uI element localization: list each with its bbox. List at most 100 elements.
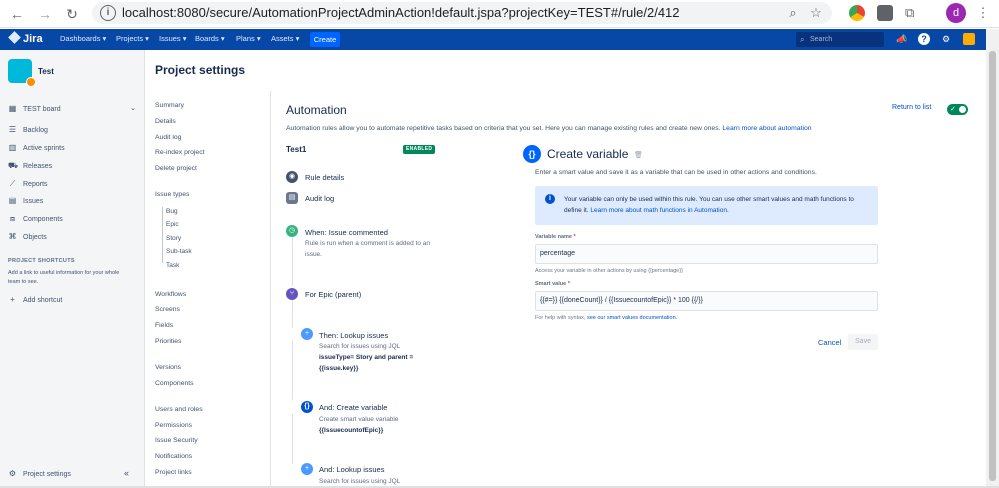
settings-gear-icon[interactable]: ⚙	[940, 33, 952, 45]
menu-kebab-icon[interactable]: ⋮	[975, 5, 991, 21]
branch-icon[interactable]: ⑂	[286, 288, 298, 300]
issue-type-task[interactable]: Task	[166, 262, 179, 269]
project-avatar[interactable]	[8, 59, 36, 87]
settings-nav-delete[interactable]: Delete project	[155, 165, 197, 172]
settings-nav-screens[interactable]: Screens	[155, 306, 180, 313]
issue-type-subtask[interactable]: Sub-task	[166, 248, 192, 255]
info-text: Your variable can only be used within th…	[564, 196, 854, 214]
create-button[interactable]: Create	[310, 32, 340, 47]
settings-nav-versions[interactable]: Versions	[155, 364, 181, 371]
settings-nav-notifications[interactable]: Notifications	[155, 453, 192, 460]
nav-boards[interactable]: Boards ▾	[195, 34, 225, 43]
settings-nav-priorities[interactable]: Priorities	[155, 338, 181, 345]
save-button[interactable]: Save	[848, 334, 878, 350]
tree-line	[162, 207, 163, 263]
trash-icon[interactable]: 🗑	[634, 151, 643, 159]
shortcuts-heading: PROJECT SHORTCUTS	[8, 258, 75, 264]
issue-type-story[interactable]: Story	[166, 235, 181, 242]
variable-help: Access your variable in other actions by…	[535, 268, 683, 274]
extension-icon[interactable]	[877, 5, 893, 21]
objects-icon: ⌘	[8, 232, 17, 241]
action-add-icon[interactable]: +	[301, 463, 313, 475]
learn-more-automation-link[interactable]: Learn more about automation	[722, 125, 811, 132]
trigger-desc: Rule is run when a comment is added to a…	[305, 240, 431, 258]
scrollbar-thumb[interactable]	[989, 51, 996, 481]
settings-nav-summary[interactable]: Summary	[155, 102, 184, 109]
sidebar-item-issues[interactable]: ▤ Issues	[8, 196, 44, 208]
collapse-sidebar-icon[interactable]: «	[124, 468, 129, 478]
return-to-list-link[interactable]: Return to list	[892, 104, 931, 111]
nav-assets[interactable]: Assets ▾	[271, 34, 299, 43]
page-scrollbar[interactable]	[986, 29, 999, 488]
jira-logo[interactable]: Jira	[8, 31, 43, 45]
chain-line	[292, 340, 293, 400]
notifications-megaphone-icon[interactable]: 📣	[896, 33, 908, 45]
create-variable-icon[interactable]: {}	[301, 401, 313, 413]
project-name[interactable]: Test	[38, 67, 54, 76]
board-icon: ▦	[8, 104, 17, 113]
settings-nav-workflows[interactable]: Workflows	[155, 291, 186, 298]
create-variable-title[interactable]: And: Create variable	[319, 403, 387, 412]
forward-icon[interactable]: →	[36, 5, 54, 23]
sidebar-item-backlog[interactable]: ☰ Backlog	[8, 125, 48, 137]
settings-nav-details[interactable]: Details	[155, 118, 176, 125]
settings-nav-project-links[interactable]: Project links	[155, 469, 192, 476]
search-icon: ⌕	[800, 35, 805, 44]
settings-nav-permissions[interactable]: Permissions	[155, 422, 192, 429]
issue-type-bug[interactable]: Bug	[166, 208, 178, 215]
nav-projects[interactable]: Projects ▾	[116, 34, 149, 43]
settings-nav-issue-types[interactable]: Issue types	[155, 191, 189, 198]
action-add-icon[interactable]: +	[301, 328, 313, 340]
help-icon[interactable]: ?	[918, 33, 930, 45]
trigger-title[interactable]: When: Issue commented	[305, 228, 388, 237]
settings-nav-issue-security[interactable]: Issue Security	[155, 437, 198, 444]
board-selector[interactable]: ▦ TEST board ⌄	[8, 104, 136, 116]
sidebar-item-active-sprints[interactable]: ▥ Active sprints	[8, 143, 65, 155]
settings-nav-audit-log[interactable]: Audit log	[155, 134, 181, 141]
chrome-extension-icon[interactable]	[849, 5, 865, 21]
settings-nav-users-roles[interactable]: Users and roles	[155, 406, 203, 413]
lookup-title[interactable]: Then: Lookup issues	[319, 331, 388, 340]
rule-enabled-toggle[interactable]: ✓	[947, 104, 968, 115]
audit-log-link[interactable]: Audit log	[305, 194, 334, 203]
branch-title[interactable]: For Epic (parent)	[305, 290, 361, 299]
info-icon: i	[545, 194, 555, 204]
settings-nav-components[interactable]: Components	[155, 380, 194, 387]
url-text[interactable]: localhost:8080/secure/AutomationProjectA…	[122, 5, 680, 20]
sidebar-item-reports[interactable]: ⟋ Reports	[8, 179, 48, 191]
cancel-button[interactable]: Cancel	[818, 338, 841, 347]
nav-plans[interactable]: Plans ▾	[236, 34, 261, 43]
variable-name-input[interactable]: percentage	[535, 244, 878, 264]
site-info-icon[interactable]: i	[100, 5, 116, 21]
nav-issues[interactable]: Issues ▾	[159, 34, 187, 43]
math-functions-link[interactable]: Learn more about math functions in Autom…	[590, 207, 728, 214]
sidebar-item-components[interactable]: ⧈ Components	[8, 214, 63, 226]
automation-heading: Automation	[286, 103, 347, 117]
sidebar-item-project-settings[interactable]: ⚙ Project settings	[8, 469, 71, 481]
bookmark-star-icon[interactable]: ☆	[808, 5, 824, 21]
back-icon[interactable]: ←	[8, 5, 26, 23]
reload-icon[interactable]: ↻	[63, 5, 81, 23]
search-input[interactable]: ⌕ Search	[796, 32, 884, 47]
issue-type-epic[interactable]: Epic	[166, 221, 179, 228]
smart-values-docs-link[interactable]: see our smart values documentation.	[587, 315, 677, 321]
smart-value-input[interactable]: {{#=}} {{doneCount}} / {{IssuecountofEpi…	[535, 291, 878, 311]
puzzle-icon[interactable]: ⧉	[905, 5, 921, 21]
sidebar-item-objects[interactable]: ⌘ Objects	[8, 232, 47, 244]
chevron-down-icon: ⌄	[130, 105, 136, 112]
settings-nav-reindex[interactable]: Re-index project	[155, 149, 205, 156]
chain-line	[292, 414, 293, 464]
sidebar-item-releases[interactable]: ⛟ Releases	[8, 161, 52, 173]
editor-description: Enter a smart value and save it as a var…	[535, 169, 817, 176]
lookup2-title[interactable]: And: Lookup issues	[319, 465, 384, 474]
zoom-icon[interactable]: ⌕	[785, 5, 801, 21]
settings-nav-fields[interactable]: Fields	[155, 322, 173, 329]
user-avatar[interactable]	[963, 33, 975, 45]
trigger-icon[interactable]: ◷	[286, 225, 298, 237]
nav-dashboards[interactable]: Dashboards ▾	[60, 34, 106, 43]
profile-avatar[interactable]: d	[946, 3, 966, 23]
jira-topbar: Jira Dashboards ▾ Projects ▾ Issues ▾ Bo…	[0, 29, 986, 50]
rule-details-link[interactable]: Rule details	[305, 173, 344, 182]
address-bar[interactable]: i localhost:8080/secure/AutomationProjec…	[92, 2, 832, 24]
add-shortcut-link[interactable]: + Add shortcut	[8, 295, 62, 307]
